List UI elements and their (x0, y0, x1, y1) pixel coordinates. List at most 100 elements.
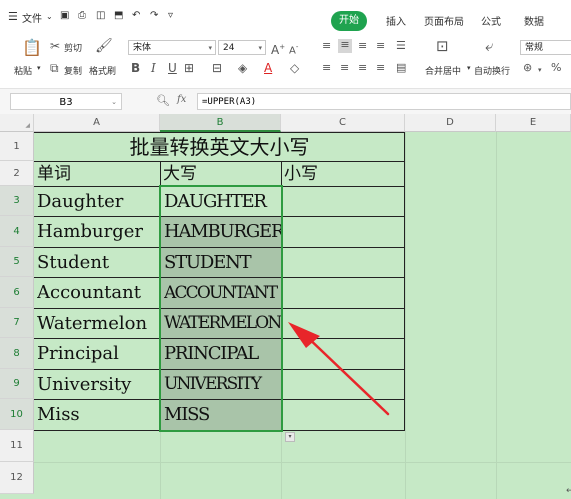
decrease-font-icon[interactable]: A- (289, 41, 298, 57)
row-header-6[interactable]: 6 (0, 277, 34, 308)
tab-page-layout[interactable]: 页面布局 (424, 13, 464, 28)
spreadsheet-grid[interactable]: ◢ A B C D E 1 2 3 4 5 6 7 8 9 10 11 12 ▾… (0, 114, 571, 499)
redo-icon[interactable]: ↷ (150, 10, 158, 21)
row-header-8[interactable]: 8 (0, 338, 34, 369)
number-format-select[interactable]: 常规 (520, 40, 571, 55)
column-header-b[interactable]: B (160, 114, 281, 132)
cell-a10[interactable]: Miss (37, 400, 160, 430)
row-header-1[interactable]: 1 (0, 132, 34, 161)
row-header-9[interactable]: 9 (0, 369, 34, 399)
row-header-12[interactable]: 12 (0, 462, 34, 494)
tab-insert[interactable]: 插入 (386, 13, 406, 28)
merge-cells-icon[interactable]: ⊟ (212, 62, 222, 74)
fill-color-icon[interactable]: ◈ (238, 62, 247, 74)
cell-b8[interactable]: PRINCIPAL (164, 339, 281, 369)
align-center-icon[interactable]: ≡ (340, 62, 349, 74)
border-icon[interactable]: ⊞ (184, 62, 194, 74)
customize-icon[interactable]: ▿ (168, 10, 173, 21)
column-header-e[interactable]: E (496, 114, 571, 132)
row-header-2[interactable]: 2 (0, 161, 34, 186)
header-cell-lower[interactable]: 小写 (284, 162, 404, 186)
wrap-text-icon[interactable]: ⤶ (485, 39, 493, 54)
indent-icon[interactable]: ☰ (396, 40, 406, 52)
column-header-d[interactable]: D (405, 114, 496, 132)
cell-a9[interactable]: University (37, 370, 160, 399)
chevron-down-icon[interactable]: ▾ (538, 64, 542, 76)
cell-b9[interactable]: UNIVERSITY (164, 370, 281, 399)
row-header-7[interactable]: 7 (0, 308, 34, 338)
italic-icon[interactable]: I (151, 62, 156, 74)
format-painter-button[interactable]: 格式刷 (89, 64, 116, 77)
wrap-text-button[interactable]: 自动换行 (474, 64, 510, 77)
tab-home[interactable]: 开始 (331, 11, 367, 31)
font-size-select[interactable]: 24 ▾ (218, 40, 266, 55)
copy-icon[interactable]: ⧉ (50, 62, 59, 74)
row-header-10[interactable]: 10 (0, 399, 34, 430)
row-header-4[interactable]: 4 (0, 216, 34, 247)
clear-format-icon[interactable]: ◇ (290, 62, 299, 74)
cut-icon[interactable]: ✂ (50, 40, 60, 52)
select-all-corner[interactable]: ◢ (0, 114, 34, 132)
cell-a7[interactable]: Watermelon (37, 309, 160, 338)
undo-icon[interactable]: ↶ (132, 10, 140, 21)
bold-icon[interactable]: B (131, 62, 140, 74)
paste-icon[interactable]: 📋 (22, 40, 42, 56)
cell-b5[interactable]: STUDENT (164, 248, 281, 277)
align-right-icon[interactable]: ≡ (358, 62, 367, 74)
copy-button[interactable]: 复制 (64, 64, 82, 77)
name-box[interactable]: B3 ⌄ (10, 93, 122, 110)
orientation-icon[interactable]: ≡ (376, 40, 385, 52)
cell-b10[interactable]: MISS (164, 400, 281, 430)
cell-b4[interactable]: HAMBURGER (164, 217, 281, 247)
align-middle-icon[interactable]: ≡ (338, 39, 352, 53)
increase-font-icon[interactable]: A+ (271, 41, 285, 56)
cell-a3[interactable]: Daughter (37, 187, 160, 216)
header-cell-word[interactable]: 单词 (37, 162, 159, 186)
font-color-icon[interactable]: A (264, 62, 272, 74)
cell-a6[interactable]: Accountant (37, 278, 160, 308)
chevron-down-icon[interactable]: ⌄ (46, 12, 53, 21)
print-icon[interactable]: ⎙ (78, 10, 86, 21)
align-top-icon[interactable]: ≡ (322, 40, 331, 52)
distribute-icon[interactable]: ▤ (396, 62, 406, 74)
column-header-c[interactable]: C (281, 114, 405, 132)
align-left-icon[interactable]: ≡ (322, 62, 331, 74)
merge-center-icon[interactable]: ⊡ (436, 39, 449, 54)
format-painter-icon[interactable]: 🖌 (95, 39, 113, 53)
cell-b7[interactable]: WATERMELON (164, 309, 281, 338)
chevron-down-icon: ⌄ (111, 98, 117, 106)
cell-a4[interactable]: Hamburger (37, 217, 160, 247)
cut-button[interactable]: 剪切 (64, 41, 82, 54)
save-icon[interactable]: ▣ (60, 10, 69, 21)
merge-center-button[interactable]: 合并居中 (425, 64, 461, 77)
column-header-a[interactable]: A (34, 114, 160, 132)
row-header-11[interactable]: 11 (0, 430, 34, 462)
fx-icon[interactable]: fx (177, 94, 186, 105)
justify-icon[interactable]: ≡ (376, 62, 385, 74)
cell-b6[interactable]: ACCOUNTANT (164, 278, 281, 308)
preview-icon[interactable]: ◫ (96, 10, 105, 21)
align-bottom-icon[interactable]: ≡ (358, 40, 367, 52)
currency-icon[interactable]: ⊛ (523, 62, 532, 74)
paste-button[interactable]: 粘贴 (14, 64, 32, 77)
chevron-down-icon[interactable]: ▾ (37, 64, 41, 72)
tab-data[interactable]: 数据 (524, 13, 544, 28)
header-cell-upper[interactable]: 大写 (163, 162, 280, 186)
paste-options-icon[interactable]: ▾ (285, 432, 295, 442)
cell-a5[interactable]: Student (37, 248, 160, 277)
cell-b3[interactable]: DAUGHTER (164, 187, 281, 216)
tab-formulas[interactable]: 公式 (481, 13, 501, 28)
underline-icon[interactable]: U (168, 62, 177, 74)
zoom-search-icon[interactable]: 🔍︎ (156, 94, 170, 107)
percent-icon[interactable]: % (551, 62, 561, 74)
formula-input[interactable]: =UPPER(A3) (197, 93, 571, 110)
font-name-select[interactable]: 宋体 ▾ (128, 40, 216, 55)
row-header-5[interactable]: 5 (0, 247, 34, 277)
sheet-title-cell[interactable]: 批量转换英文大小写 (35, 133, 404, 161)
chevron-down-icon[interactable]: ▾ (467, 64, 471, 72)
cell-a8[interactable]: Principal (37, 339, 160, 369)
export-icon[interactable]: ⬒ (114, 10, 123, 21)
row-header-3[interactable]: 3 (0, 186, 34, 216)
file-menu[interactable]: 文件 (22, 10, 42, 25)
hamburger-icon[interactable]: ☰ (8, 10, 18, 23)
